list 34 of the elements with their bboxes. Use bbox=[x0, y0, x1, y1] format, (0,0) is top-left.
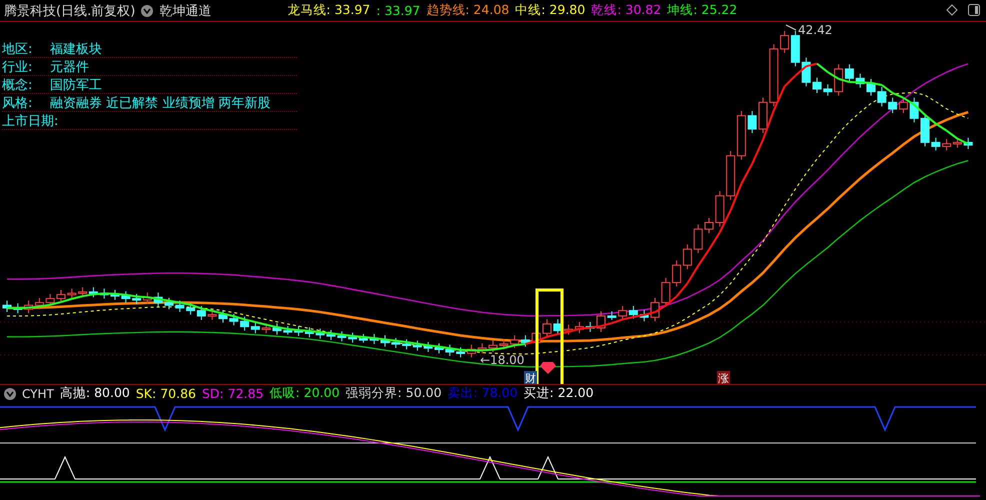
info-label: 上市日期: bbox=[2, 112, 58, 130]
info-label: 概念: bbox=[2, 76, 34, 94]
stock-title: 腾景科技(日线.前复权) bbox=[4, 2, 136, 20]
indicator-value: 高抛: 80.00 bbox=[60, 385, 130, 402]
indicator-value: 龙马线: 33.97 bbox=[287, 2, 370, 19]
dropdown-caret-icon[interactable] bbox=[141, 4, 154, 16]
info-value: 国防军工 bbox=[50, 76, 102, 94]
panel-toggle-icon[interactable] bbox=[968, 4, 980, 16]
event-marker: 财 bbox=[524, 371, 537, 384]
indicator-value: SK: 70.86 bbox=[136, 386, 196, 401]
indicator-value: 中线: 29.80 bbox=[515, 2, 586, 19]
event-marker: 涨 bbox=[717, 371, 730, 384]
diamond-icon[interactable] bbox=[946, 4, 958, 16]
info-value: 元器件 bbox=[50, 58, 89, 76]
indicator-value: 买进: 22.00 bbox=[524, 385, 594, 402]
high-price-label: 42.42 bbox=[786, 23, 832, 37]
indicator-value: SD: 72.85 bbox=[202, 386, 264, 401]
info-label: 风格: bbox=[2, 94, 34, 112]
indicator-value: : 33.97 bbox=[376, 3, 420, 18]
info-value: 融资融券 近已解禁 业绩预增 两年新股 bbox=[50, 94, 270, 112]
info-label: 行业: bbox=[2, 58, 34, 76]
indicator-value: 卖出: 78.00 bbox=[448, 385, 518, 402]
indicator-name[interactable]: CYHT bbox=[22, 386, 54, 400]
gem-icon bbox=[540, 362, 556, 374]
indicator-value: 坤线: 25.22 bbox=[667, 2, 738, 19]
info-value: 福建板块 bbox=[50, 40, 102, 58]
indicator-value: 强弱分界: 50.00 bbox=[346, 385, 442, 402]
dropdown-caret-icon[interactable] bbox=[4, 388, 16, 400]
low-price-label: ←18.00 bbox=[480, 353, 524, 367]
indicator-name[interactable]: 乾坤通道 bbox=[159, 2, 212, 20]
info-label: 地区: bbox=[2, 40, 34, 58]
indicator-value: 低吸: 20.00 bbox=[270, 385, 340, 402]
indicator-value: 趋势线: 24.08 bbox=[426, 2, 510, 19]
indicator-value: 乾线: 30.82 bbox=[591, 2, 662, 19]
